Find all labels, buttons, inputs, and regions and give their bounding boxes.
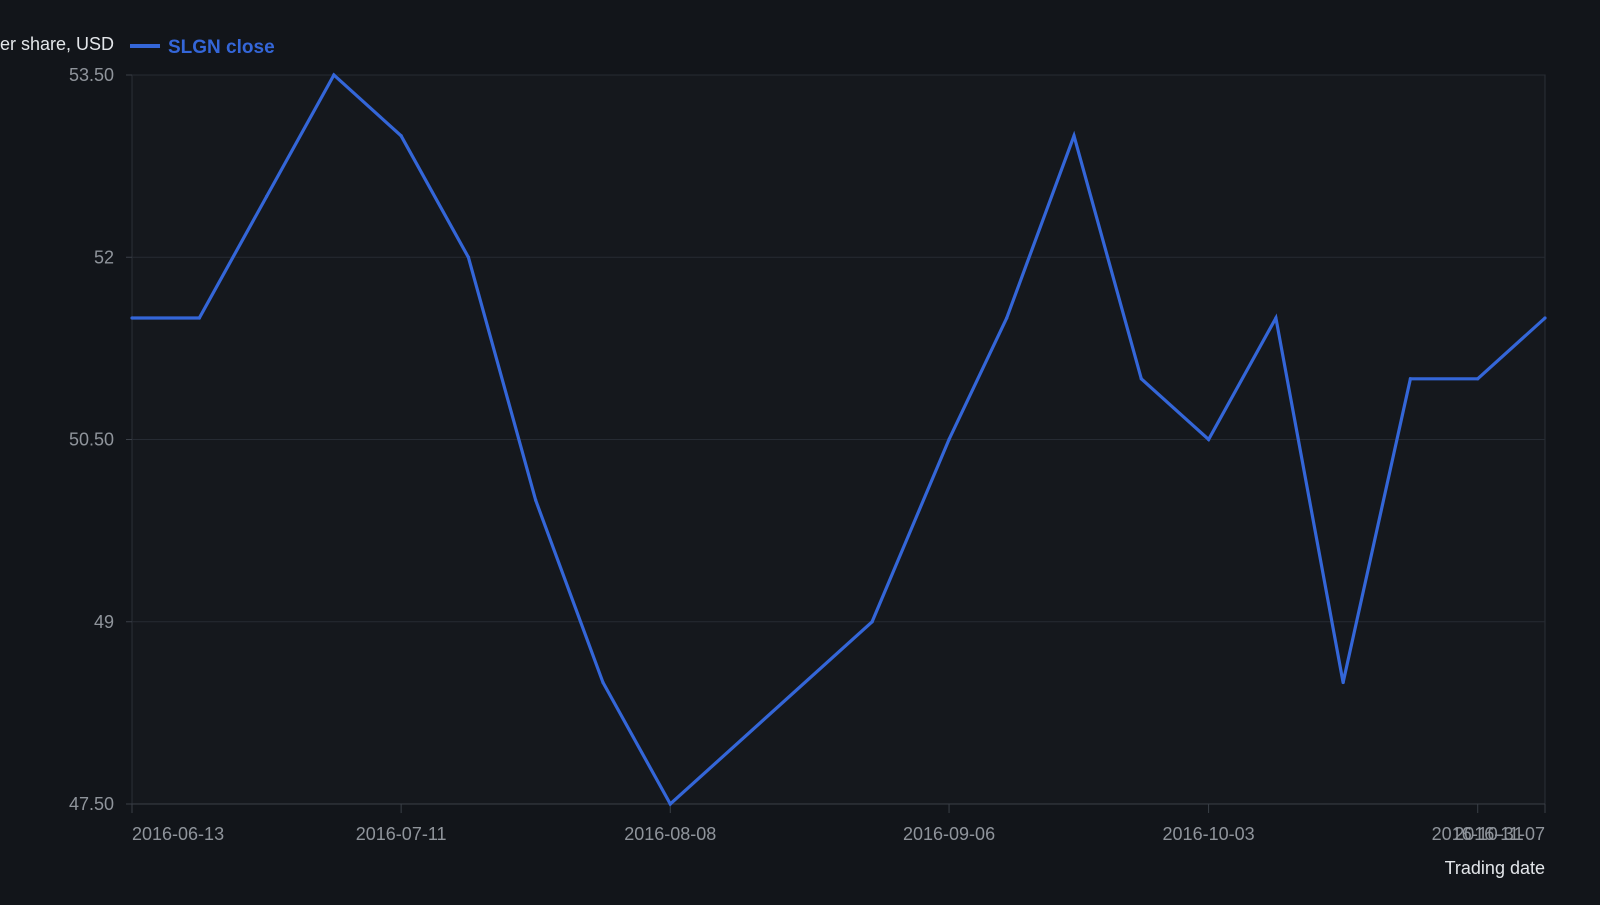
data-point[interactable]	[264, 194, 269, 199]
y-tick-label: 47.50	[69, 794, 114, 814]
chart-svg: 47.50 49 50.50 52 53.50 2016-06-13 2016-07-11…	[0, 34, 1547, 878]
x-tick-label: 2016-07-11	[356, 824, 447, 844]
data-point[interactable]	[466, 255, 471, 259]
y-axis-ticks: 47.50 49 50.50 52 53.50	[69, 65, 132, 814]
line-chart: 47.50 49 50.50 52 53.50 2016-06-13 2016-07-11…	[0, 0, 1600, 900]
data-point[interactable]	[668, 802, 672, 806]
data-point[interactable]	[1476, 377, 1480, 381]
y-tick-label: 50.50	[69, 430, 114, 450]
legend-label[interactable]: SLGN close	[168, 37, 275, 58]
data-point[interactable]	[1005, 316, 1009, 320]
x-tick-label: 2016-08-08	[624, 824, 716, 844]
data-point[interactable]	[1408, 377, 1413, 381]
y-tick-label: 49	[94, 612, 114, 632]
data-point[interactable]	[399, 134, 403, 138]
data-point[interactable]	[332, 73, 336, 77]
data-point[interactable]	[1072, 134, 1076, 138]
data-point[interactable]	[1139, 377, 1143, 381]
y-tick-label: 53.50	[69, 65, 114, 85]
data-point[interactable]	[601, 680, 605, 685]
x-tick-label: 2016-11-07	[1454, 824, 1545, 844]
x-tick-label: 2016-09-06	[903, 824, 995, 844]
x-axis-ticks: 2016-06-13 2016-07-11 2016-08-08 2016-09-06…	[131, 804, 1546, 844]
data-point[interactable]	[1206, 437, 1211, 442]
data-point[interactable]	[534, 498, 538, 502]
y-axis-title: Price per share, USD	[0, 34, 114, 54]
data-point[interactable]	[130, 316, 134, 320]
data-point[interactable]	[197, 316, 201, 320]
data-point[interactable]	[1543, 316, 1547, 320]
y-tick-label: 52	[94, 247, 114, 267]
x-axis-title: Trading date	[1445, 858, 1545, 878]
data-point[interactable]	[947, 437, 951, 442]
data-point[interactable]	[1274, 316, 1278, 320]
x-tick-label: 2016-06-13	[132, 824, 224, 844]
data-point[interactable]	[870, 620, 874, 624]
data-point[interactable]	[1341, 680, 1345, 685]
x-tick-label: 2016-10-03	[1163, 824, 1255, 844]
